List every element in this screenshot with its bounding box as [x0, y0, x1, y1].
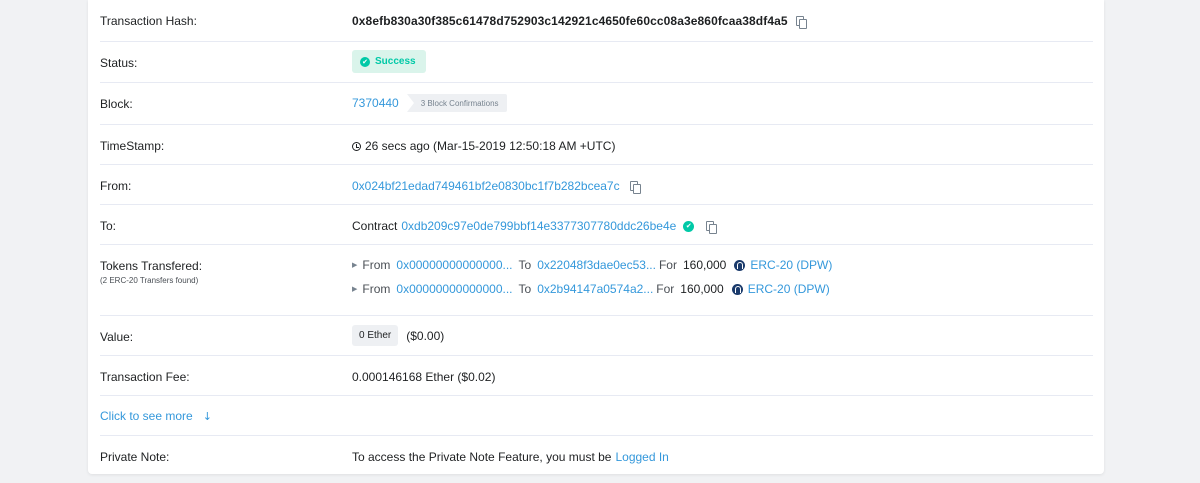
- transfer-amount: 160,000: [682, 258, 727, 272]
- row-timestamp: TimeStamp: 26 secs ago (Mar-15-2019 12:5…: [100, 125, 1093, 165]
- see-more-toggle[interactable]: Click to see more ↓: [100, 409, 212, 423]
- token-icon: [734, 259, 746, 271]
- copy-icon[interactable]: [706, 220, 718, 234]
- value-label: Value:: [100, 330, 134, 344]
- arrow-down-icon: ↓: [202, 409, 212, 423]
- transaction-hash-value: 0x8efb830a30f385c61478d752903c142921c465…: [352, 14, 807, 29]
- copy-icon[interactable]: [629, 180, 641, 194]
- private-note-label: Private Note:: [100, 450, 170, 464]
- row-private-note: Private Note: To access the Private Note…: [100, 436, 1093, 474]
- row-see-more: Click to see more ↓: [100, 396, 1093, 436]
- transaction-hash[interactable]: 0x8efb830a30f385c61478d752903c142921c465…: [352, 14, 788, 28]
- transfer-to-address[interactable]: 0x22048f3dae0ec53...: [537, 258, 656, 272]
- row-from: From: 0x024bf21edad749461bf2e0830bc1f7b2…: [100, 165, 1093, 205]
- transfer-from-word: From: [362, 258, 391, 272]
- row-transaction-fee: Transaction Fee: 0.000146168 Ether ($0.0…: [100, 356, 1093, 396]
- transfer-to-address[interactable]: 0x2b94147a0574a2...: [537, 282, 653, 296]
- caret-right-icon: ▶: [352, 285, 358, 293]
- transfer-to-word: To: [518, 282, 532, 296]
- see-more-link[interactable]: Click to see more: [100, 409, 193, 423]
- transfer-for-word: For: [656, 282, 675, 296]
- row-value: Value: 0 Ether ($0.00): [100, 316, 1093, 356]
- token-link[interactable]: ERC-20 (DPW): [748, 282, 830, 296]
- transfer-to-word: To: [518, 258, 532, 272]
- timestamp-label: TimeStamp:: [100, 139, 165, 153]
- logged-in-link[interactable]: Logged In: [615, 450, 668, 464]
- token-transfer-row: ▶ From 0x00000000000000... To 0x2b94147a…: [352, 282, 830, 296]
- from-label: From:: [100, 179, 132, 193]
- transfer-from-address[interactable]: 0x00000000000000...: [396, 258, 512, 272]
- block-label: Block:: [100, 97, 133, 111]
- block-confirmations-badge: 3 Block Confirmations: [406, 94, 507, 112]
- contract-prefix: Contract: [352, 219, 398, 233]
- value-usd: ($0.00): [406, 328, 445, 343]
- token-transfer-row: ▶ From 0x00000000000000... To 0x22048f3d…: [352, 258, 832, 272]
- row-status: Status: ✔ Success: [100, 42, 1093, 83]
- row-to: To: Contract 0xdb209c97e0de799bbf14e3377…: [100, 205, 1093, 245]
- token-icon: [731, 283, 743, 295]
- transfer-from-word: From: [362, 282, 391, 296]
- row-transaction-hash: Transaction Hash: 0x8efb830a30f385c61478…: [100, 0, 1093, 42]
- private-note-text: To access the Private Note Feature, you …: [352, 450, 612, 464]
- tokens-transferred-label: Tokens Transfered:: [100, 259, 203, 273]
- transfer-for-word: For: [658, 258, 677, 272]
- to-contract-link[interactable]: 0xdb209c97e0de799bbf14e3377307780ddc26be…: [401, 219, 676, 233]
- transaction-fee-label: Transaction Fee:: [100, 370, 190, 384]
- value-ether: 0 Ether: [352, 325, 399, 346]
- transfer-amount: 160,000: [680, 282, 724, 296]
- transaction-hash-label: Transaction Hash:: [100, 14, 197, 28]
- caret-right-icon: ▶: [352, 261, 358, 269]
- row-block: Block: 7370440 3 Block Confirmations: [100, 83, 1093, 125]
- verified-icon: ✔: [683, 220, 695, 232]
- transaction-details-card: Transaction Hash: 0x8efb830a30f385c61478…: [88, 0, 1104, 474]
- token-link[interactable]: ERC-20 (DPW): [750, 258, 832, 272]
- copy-icon[interactable]: [795, 15, 807, 29]
- clock-icon: [352, 141, 361, 151]
- status-label: Status:: [100, 56, 138, 70]
- status-text: Success: [375, 56, 416, 67]
- check-circle-icon: ✔: [360, 56, 370, 67]
- transfer-from-address[interactable]: 0x00000000000000...: [396, 282, 512, 296]
- tokens-transferred-count: (2 ERC-20 Transfers found): [100, 276, 199, 285]
- timestamp-value: 26 secs ago (Mar-15-2019 12:50:18 AM +UT…: [365, 139, 616, 153]
- transaction-fee-value: 0.000146168 Ether ($0.02): [352, 370, 496, 384]
- to-label: To:: [100, 219, 117, 233]
- row-tokens-transferred: Tokens Transfered: (2 ERC-20 Transfers f…: [100, 245, 1093, 316]
- block-number-link[interactable]: 7370440: [352, 96, 399, 110]
- status-badge: ✔ Success: [352, 50, 426, 73]
- from-address-link[interactable]: 0x024bf21edad749461bf2e0830bc1f7b282bcea…: [352, 179, 620, 193]
